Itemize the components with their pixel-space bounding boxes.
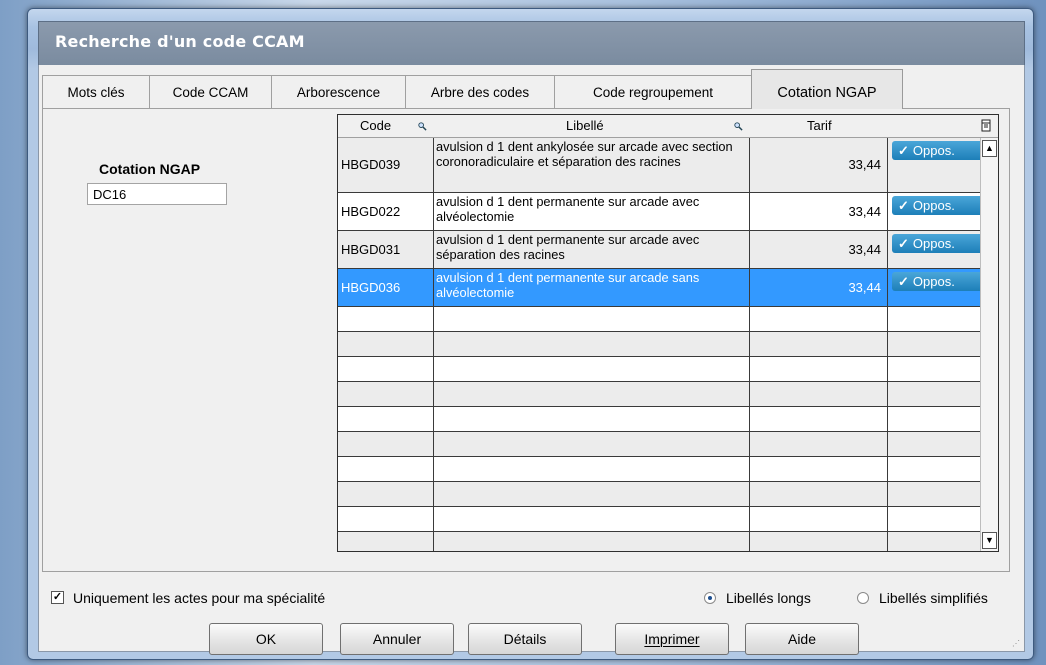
cell-libelle: avulsion d 1 dent ankylosée sur arcade a… bbox=[436, 139, 733, 169]
cell-libelle: avulsion d 1 dent permanente sur arcade … bbox=[436, 194, 700, 224]
cotation-ngap-input[interactable]: DC16 bbox=[87, 183, 227, 205]
check-icon: ✓ bbox=[898, 236, 909, 251]
empty-row bbox=[338, 482, 990, 507]
cell-tarif: 33,44 bbox=[848, 157, 881, 172]
empty-row bbox=[338, 432, 990, 457]
empty-row bbox=[338, 532, 990, 551]
column-header-code[interactable]: Code bbox=[360, 118, 391, 133]
scroll-down-icon[interactable]: ▼ bbox=[982, 532, 997, 549]
table-row[interactable]: HBGD039 avulsion d 1 dent ankylosée sur … bbox=[338, 138, 990, 193]
check-icon: ✓ bbox=[898, 198, 909, 213]
ok-button[interactable]: OK bbox=[209, 623, 323, 655]
empty-row bbox=[338, 357, 990, 382]
cell-code: HBGD031 bbox=[341, 242, 401, 257]
vertical-scrollbar[interactable]: ▲ ▼ bbox=[980, 138, 998, 551]
empty-row bbox=[338, 382, 990, 407]
cell-tarif: 33,44 bbox=[848, 204, 881, 219]
cell-libelle: avulsion d 1 dent permanente sur arcade … bbox=[436, 270, 700, 300]
tab-cotation-ngap[interactable]: Cotation NGAP bbox=[751, 69, 903, 109]
libelles-simplifies-label: Libellés simplifiés bbox=[879, 590, 988, 606]
tab-mots-cles[interactable]: Mots clés bbox=[42, 75, 150, 108]
oppos-label: Oppos. bbox=[912, 236, 955, 251]
empty-row bbox=[338, 307, 990, 332]
table-row[interactable]: HBGD031 avulsion d 1 dent permanente sur… bbox=[338, 231, 990, 269]
cell-code: HBGD022 bbox=[341, 204, 401, 219]
tab-arbre-des-codes[interactable]: Arbre des codes bbox=[405, 75, 555, 108]
dialog-client-area: Mots clés Code CCAM Arborescence Arbre d… bbox=[38, 65, 1025, 655]
column-header-tarif[interactable]: Tarif bbox=[807, 118, 832, 133]
results-grid: Code Libellé Tarif HBGD039 avulsion d 1 … bbox=[337, 114, 999, 552]
window-title: Recherche d'un code CCAM bbox=[55, 32, 305, 51]
column-search-icon[interactable] bbox=[734, 122, 743, 131]
cell-code: HBGD039 bbox=[341, 157, 401, 172]
cell-code: HBGD036 bbox=[341, 280, 401, 295]
tab-code-ccam[interactable]: Code CCAM bbox=[149, 75, 272, 108]
tab-arborescence[interactable]: Arborescence bbox=[271, 75, 406, 108]
empty-row bbox=[338, 407, 990, 432]
empty-row bbox=[338, 507, 990, 532]
radio-unselected-icon[interactable] bbox=[857, 592, 869, 604]
specialite-checkbox[interactable]: ✓ bbox=[51, 591, 64, 604]
cotation-ngap-label: Cotation NGAP bbox=[99, 161, 201, 177]
aide-button[interactable]: Aide bbox=[745, 623, 859, 655]
oppos-label: Oppos. bbox=[912, 198, 955, 213]
oppos-badge[interactable]: ✓ Oppos. bbox=[892, 196, 988, 215]
dialog-window: Recherche d'un code CCAM Mots clés Code … bbox=[27, 8, 1034, 660]
table-row[interactable]: HBGD022 avulsion d 1 dent permanente sur… bbox=[338, 193, 990, 231]
oppos-badge[interactable]: ✓ Oppos. bbox=[892, 234, 988, 253]
oppos-badge[interactable]: ✓ Oppos. bbox=[892, 141, 988, 160]
libelles-longs-label: Libellés longs bbox=[726, 590, 811, 606]
details-button[interactable]: Détails bbox=[468, 623, 582, 655]
cell-tarif: 33,44 bbox=[848, 242, 881, 257]
tab-strip: Mots clés Code CCAM Arborescence Arbre d… bbox=[42, 69, 903, 109]
empty-row bbox=[338, 332, 990, 357]
column-search-icon[interactable] bbox=[418, 122, 427, 131]
oppos-label: Oppos. bbox=[912, 274, 955, 289]
scroll-up-icon[interactable]: ▲ bbox=[982, 140, 997, 157]
print-table-icon[interactable] bbox=[981, 119, 991, 132]
imprimer-label: Imprimer bbox=[644, 631, 700, 647]
empty-row bbox=[338, 457, 990, 482]
tab-code-regroupement[interactable]: Code regroupement bbox=[554, 75, 752, 108]
oppos-badge[interactable]: ✓ Oppos. bbox=[892, 272, 988, 291]
imprimer-button[interactable]: Imprimer bbox=[615, 623, 729, 655]
annuler-button[interactable]: Annuler bbox=[340, 623, 454, 655]
specialite-checkbox-label: Uniquement les actes pour ma spécialité bbox=[73, 590, 326, 606]
tab-panel-cotation-ngap: Cotation NGAP DC16 Code Libellé Tarif HB… bbox=[42, 108, 1010, 572]
resize-grip-icon[interactable]: ⋰ bbox=[1012, 639, 1022, 649]
oppos-label: Oppos. bbox=[912, 143, 955, 158]
title-bar[interactable]: Recherche d'un code CCAM bbox=[38, 21, 1025, 67]
cell-libelle: avulsion d 1 dent permanente sur arcade … bbox=[436, 232, 700, 262]
grid-header: Code Libellé Tarif bbox=[338, 115, 998, 138]
cell-tarif: 33,44 bbox=[848, 280, 881, 295]
check-icon: ✓ bbox=[898, 143, 909, 158]
check-icon: ✓ bbox=[898, 274, 909, 289]
column-header-libelle[interactable]: Libellé bbox=[566, 118, 604, 133]
table-row-selected[interactable]: HBGD036 avulsion d 1 dent permanente sur… bbox=[338, 269, 990, 307]
radio-selected-icon[interactable] bbox=[704, 592, 716, 604]
